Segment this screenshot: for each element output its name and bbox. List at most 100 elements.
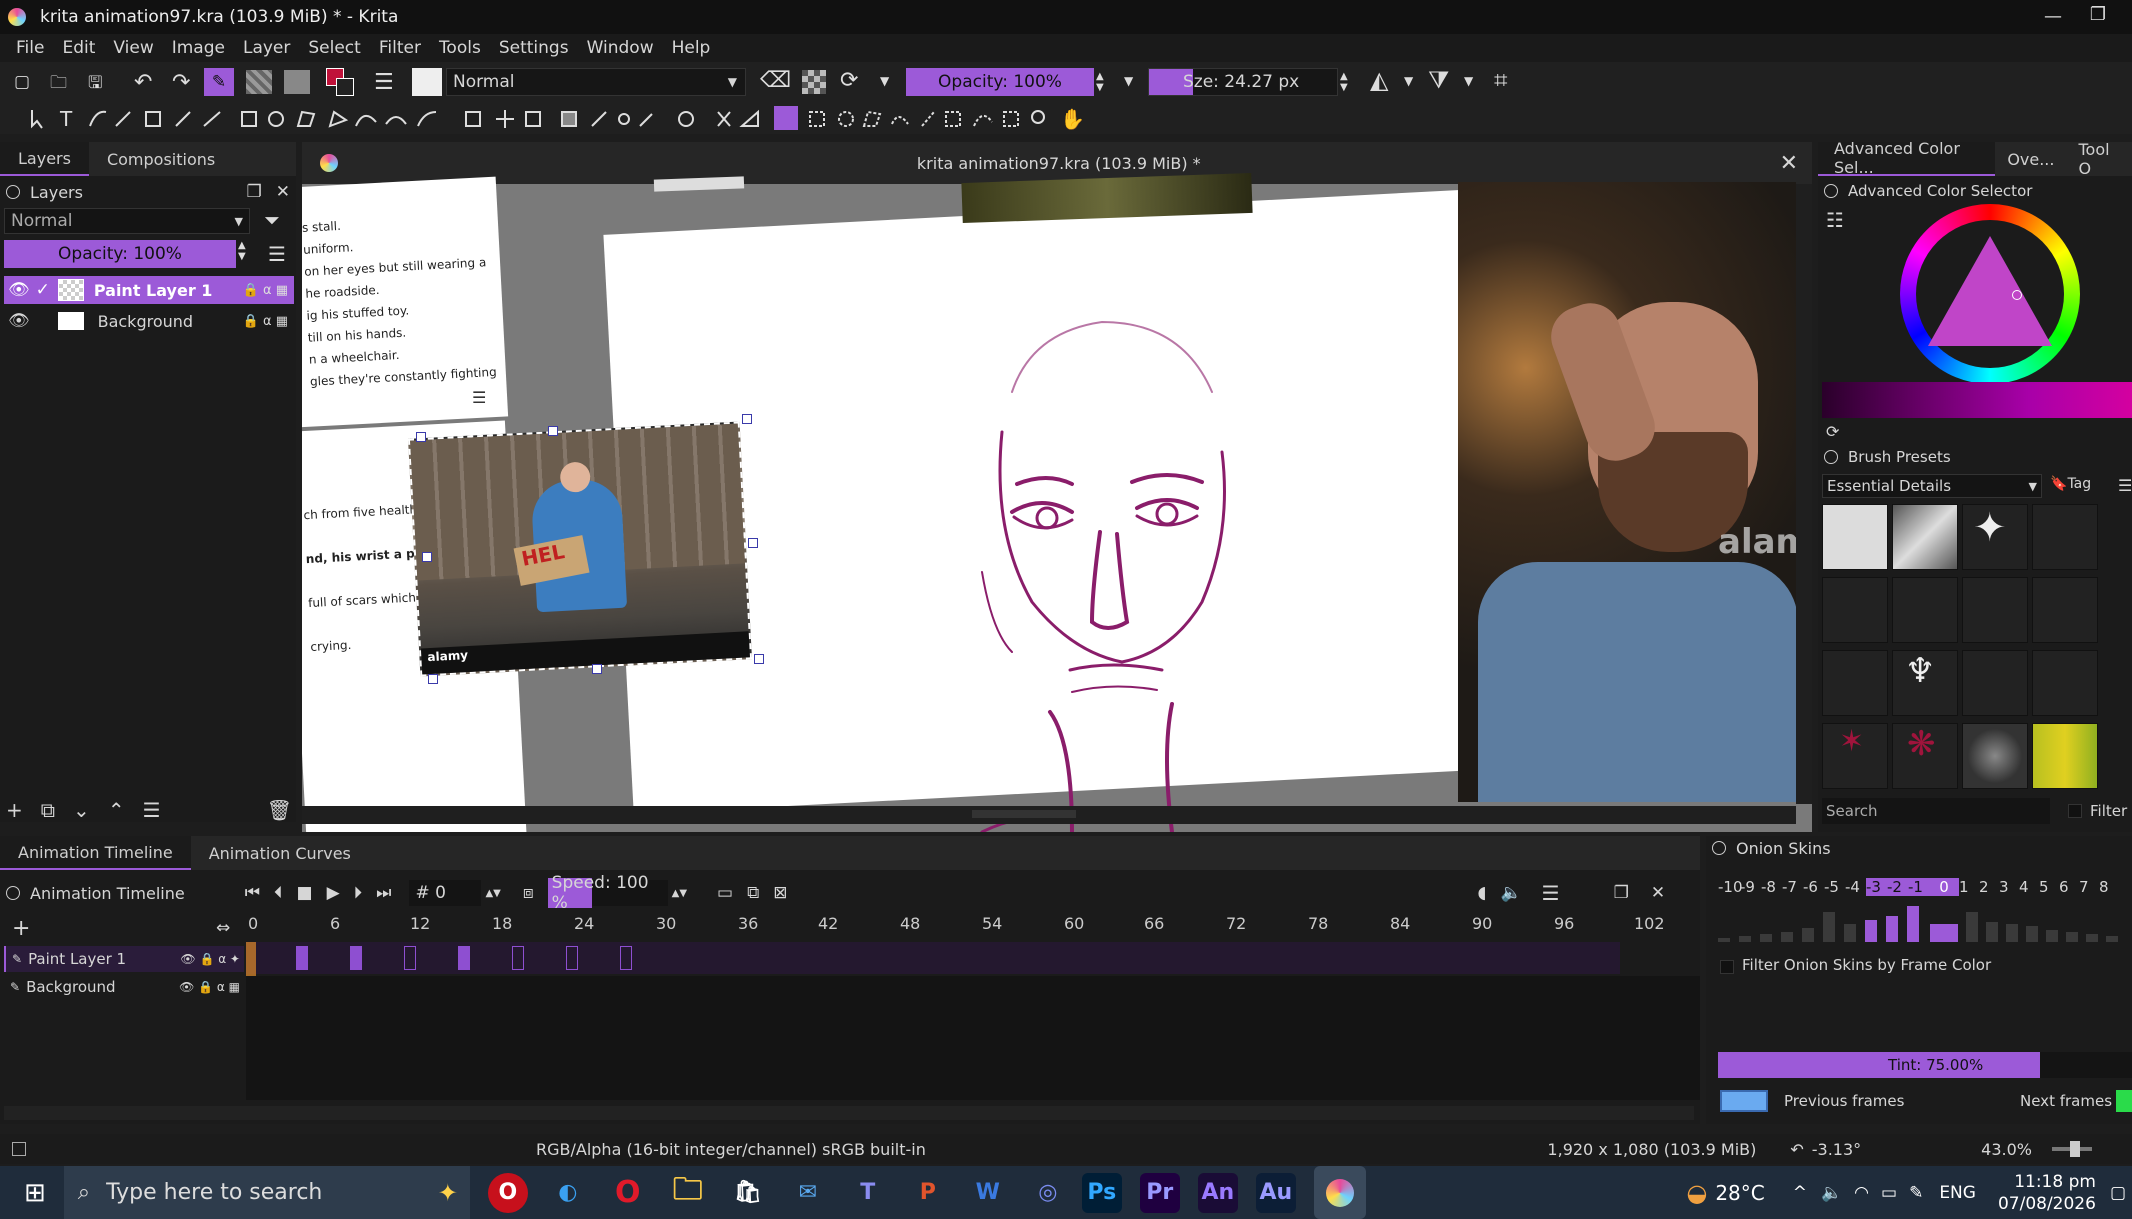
close-docker-icon[interactable]: ✕	[276, 182, 290, 202]
float-docker-icon[interactable]: ❐	[247, 182, 262, 202]
frame-stepper[interactable]: ▲▼	[485, 888, 500, 899]
onion-number[interactable]: 0	[1929, 878, 1959, 896]
timeline-layer-background[interactable]: ✎ Background 👁 🔒 α ▦	[4, 974, 244, 1000]
menu-help[interactable]: Help	[672, 38, 711, 58]
canvas-area[interactable]: krita animation97.kra (103.9 MiB) * ✕ s …	[302, 142, 1812, 832]
layer-name-paint[interactable]: Paint Layer 1	[94, 281, 213, 300]
opacity-slider[interactable]: Opacity: 100%	[906, 68, 1094, 96]
new-document-icon[interactable]: ▢	[14, 72, 30, 92]
open-document-icon[interactable]: 🗀	[50, 70, 67, 99]
next-frame-icon[interactable]: ⏵	[354, 883, 363, 903]
first-frame-icon[interactable]: ⏮	[245, 883, 260, 903]
drop-frames-icon[interactable]: ⧈	[523, 883, 534, 903]
brush-preset-item[interactable]: ❋	[1892, 723, 1958, 789]
onion-number[interactable]: 6	[2059, 878, 2079, 896]
brush-preset-item[interactable]: ✶	[1822, 723, 1888, 789]
close-document-icon[interactable]: ✕	[1780, 151, 1798, 176]
brush-preset-item[interactable]	[1822, 650, 1888, 716]
onion-number[interactable]: -1	[1908, 878, 1929, 896]
clock[interactable]: 11:18 pm 07/08/2026	[1998, 1171, 2096, 1215]
brush-preset-item[interactable]: ✦	[1962, 504, 2028, 570]
reference-image-top-small[interactable]	[653, 176, 745, 192]
zoom-value[interactable]: 43.0%	[1981, 1140, 2032, 1159]
preset-menu-icon[interactable]: ☰	[2118, 476, 2132, 495]
temperature[interactable]: 28°C	[1715, 1181, 1764, 1205]
speed-stepper[interactable]: ▲▼	[672, 888, 687, 899]
edge-icon[interactable]: ◐	[542, 1167, 594, 1219]
chevron-down-icon[interactable]: ▼	[1404, 74, 1413, 88]
menu-image[interactable]: Image	[172, 38, 225, 58]
previous-frame-icon[interactable]: ⏴	[274, 883, 283, 903]
layer-name-background[interactable]: Background	[98, 312, 193, 331]
timeline-menu-icon[interactable]: ☰	[1542, 881, 1560, 905]
play-icon[interactable]: ▶	[327, 883, 340, 903]
color-swap-icon[interactable]	[326, 68, 356, 98]
reference-image-man[interactable]: alamy	[1458, 182, 1812, 802]
blend-mode-dropdown[interactable]: Normal ▼	[446, 68, 746, 96]
brush-preset-icon[interactable]	[412, 68, 442, 96]
duplicate-keyframe-icon[interactable]: ⧉	[747, 883, 759, 903]
reset-color-icon[interactable]: ⟳	[1826, 422, 1839, 441]
close-docker-icon[interactable]: ✕	[1651, 883, 1665, 903]
tab-tool-options[interactable]: Tool O	[2066, 142, 2132, 176]
document-tab-title[interactable]: krita animation97.kra (103.9 MiB) *	[917, 154, 1201, 173]
tint-slider[interactable]: Tint: 75.00%	[1718, 1052, 2132, 1078]
speed-slider[interactable]: Speed: 100 %	[547, 873, 668, 913]
layer-lock-icon[interactable]: 🔒 α ▦	[243, 283, 288, 298]
rotation-icon[interactable]: ↶	[1790, 1140, 1803, 1159]
keyframe[interactable]	[620, 946, 632, 970]
reload-preset-icon[interactable]: ⟳	[840, 68, 858, 93]
onion-number[interactable]: -3	[1866, 878, 1887, 896]
timeline-ruler[interactable]: 0 6 12 18 24 30 36 42 48 54 60 66 72 78 …	[244, 914, 1700, 938]
layer-flags-icon[interactable]: 👁 🔒 α ▦	[179, 980, 240, 994]
onion-number[interactable]: 3	[1999, 878, 2019, 896]
onion-number[interactable]: 4	[2019, 878, 2039, 896]
photoshop-icon[interactable]: Ps	[1081, 1172, 1122, 1213]
onion-number[interactable]: 5	[2039, 878, 2059, 896]
docker-lock-icon[interactable]	[1824, 450, 1838, 464]
keyframe[interactable]	[404, 946, 416, 970]
menu-layer[interactable]: Layer	[243, 38, 290, 58]
brush-preset-item[interactable]: ♆	[1892, 650, 1958, 716]
minimize-button[interactable]: —	[2044, 6, 2062, 27]
onion-number[interactable]: -7	[1782, 878, 1803, 896]
size-slider[interactable]: S ze: 24.27 px	[1148, 68, 1338, 96]
volume-icon[interactable]: 🔈	[1821, 1183, 1842, 1203]
onion-number[interactable]: 1	[1959, 878, 1979, 896]
tab-animation-timeline[interactable]: Animation Timeline	[0, 836, 191, 870]
workspace-icon[interactable]: ☰	[374, 70, 394, 95]
keyframe[interactable]	[350, 946, 362, 970]
fit-timeline-icon[interactable]: ⇔	[216, 918, 230, 938]
status-icon[interactable]	[12, 1142, 26, 1156]
save-icon[interactable]: 🖫	[88, 70, 102, 99]
pattern-icon[interactable]	[284, 70, 310, 94]
checkmark-icon[interactable]: ✓	[36, 280, 50, 300]
layer-properties-icon[interactable]: ☰	[143, 798, 161, 822]
color-profile[interactable]: RGB/Alpha (16-bit integer/channel) sRGB …	[536, 1140, 926, 1159]
mail-icon[interactable]: ✉	[782, 1167, 834, 1219]
brush-preset-item[interactable]	[1892, 577, 1958, 643]
word-icon[interactable]: W	[962, 1167, 1014, 1219]
brush-preset-item[interactable]	[1962, 723, 2028, 789]
brush-preset-item[interactable]	[2032, 650, 2098, 716]
image-dimensions[interactable]: 1,920 x 1,080 (103.9 MiB)	[1547, 1140, 1756, 1159]
onion-number[interactable]: 8	[2099, 878, 2119, 896]
menu-filter[interactable]: Filter	[379, 38, 421, 58]
mirror-horizontal-icon[interactable]: ◭	[1370, 66, 1388, 94]
powerpoint-icon[interactable]: P	[902, 1167, 954, 1219]
eraser-icon[interactable]: ⌫	[760, 68, 791, 93]
last-frame-icon[interactable]: ⏭	[376, 883, 391, 903]
opera-gx-icon[interactable]: O	[487, 1172, 528, 1213]
tool-icons[interactable]: T ✋	[26, 102, 1176, 134]
onion-number[interactable]: -2	[1887, 878, 1908, 896]
layer-blend-mode-dropdown[interactable]: Normal ▼	[4, 208, 250, 234]
layer-flags-icon[interactable]: 👁 🔒 α ✦	[180, 952, 240, 966]
notification-icon[interactable]: ▢	[2110, 1183, 2126, 1203]
reference-menu-icon[interactable]: ☰	[472, 388, 486, 407]
onion-opacity-bars[interactable]	[1718, 900, 2132, 942]
timeline-frames[interactable]	[246, 942, 1620, 1002]
discord-icon[interactable]: ◎	[1022, 1167, 1074, 1219]
file-explorer-icon[interactable]: 🗀	[662, 1167, 714, 1219]
onion-skin-icon[interactable]: ◖	[1478, 883, 1487, 903]
chevron-down-icon[interactable]: ▼	[1464, 74, 1473, 88]
